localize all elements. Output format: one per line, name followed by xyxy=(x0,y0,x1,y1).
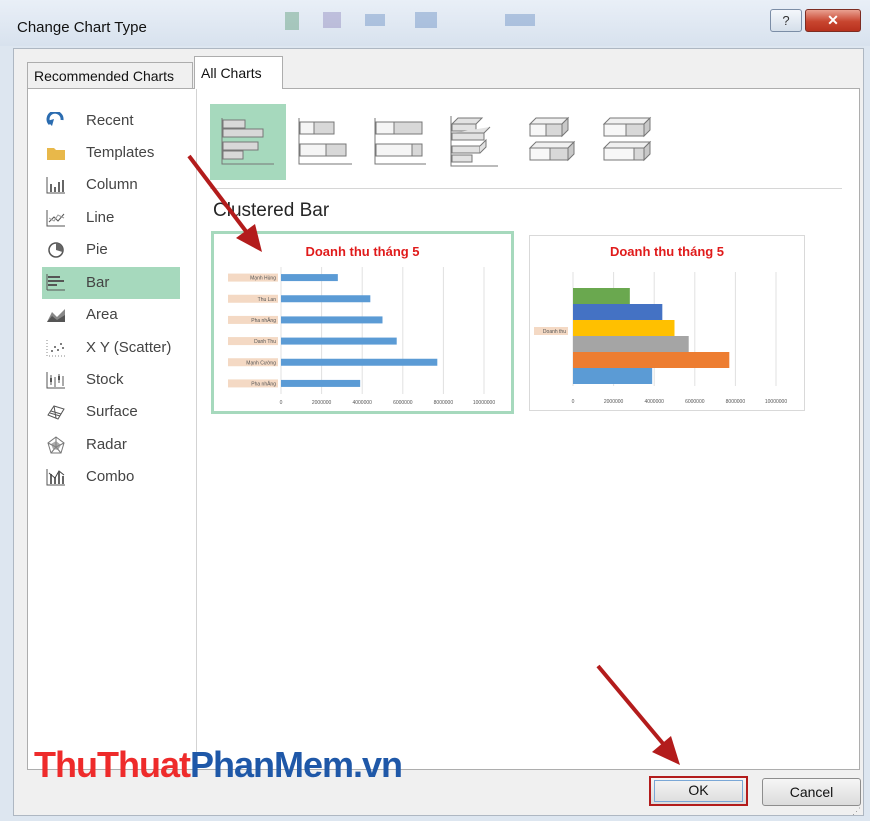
annotation-arrow-icon xyxy=(187,154,262,252)
annotation-arrows xyxy=(187,154,680,765)
change-chart-type-dialog: Change Chart Type ? ✕ Recommended Charts… xyxy=(0,0,870,821)
annotation-arrow-icon xyxy=(596,664,680,765)
